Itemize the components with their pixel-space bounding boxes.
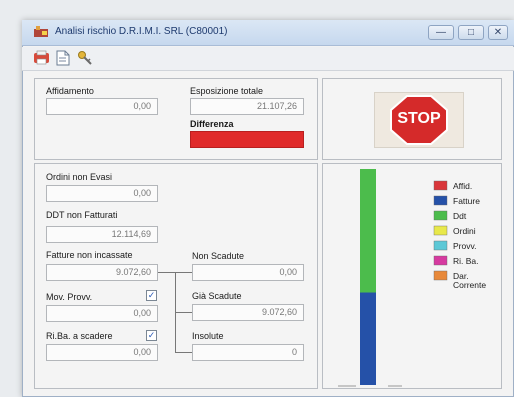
connector-line: [175, 352, 192, 353]
legend-swatch: [433, 240, 448, 251]
window-title: Analisi rischio D.R.I.M.I. SRL (C80001): [55, 26, 228, 37]
legend-label: Corrente: [453, 280, 486, 290]
ddt-label: DDT non Fatturati: [46, 210, 118, 220]
connector-line: [175, 312, 192, 313]
mov-provv-checkbox[interactable]: ✓: [146, 290, 157, 301]
esposizione-label: Esposizione totale: [190, 86, 264, 96]
exposure-chart: Affid.FattureDdtOrdiniProvv.Ri. Ba.Dar.C…: [338, 169, 486, 387]
legend-label: Provv.: [453, 241, 476, 251]
legend-swatch: [433, 195, 448, 206]
gia-scadute-label: Già Scadute: [192, 291, 242, 301]
maximize-button[interactable]: □: [458, 25, 484, 40]
legend-label: Ordini: [453, 226, 476, 236]
mov-provv-label: Mov. Provv.: [46, 292, 93, 302]
fatture-field[interactable]: 9.072,60: [46, 264, 158, 281]
non-scadute-field[interactable]: 0,00: [192, 264, 304, 281]
non-scadute-label: Non Scadute: [192, 251, 245, 261]
bar-segment-fatture: [360, 292, 376, 385]
affidamento-field[interactable]: 0,00: [46, 98, 158, 115]
mov-provv-field[interactable]: 0,00: [46, 305, 158, 322]
differenza-label: Differenza: [190, 119, 234, 129]
stop-sign-text: STOP: [397, 110, 441, 127]
bar-segment-ddt: [360, 169, 376, 293]
legend-label: Ddt: [453, 211, 467, 221]
key-icon[interactable]: [77, 50, 94, 66]
ordini-field[interactable]: 0,00: [46, 185, 158, 202]
affidamento-label: Affidamento: [46, 86, 94, 96]
insolute-label: Insolute: [192, 331, 224, 341]
legend-swatch: [433, 225, 448, 236]
legend-swatch: [433, 255, 448, 266]
riba-checkbox[interactable]: ✓: [146, 330, 157, 341]
differenza-field[interactable]: [190, 131, 304, 148]
legend-swatch: [433, 210, 448, 221]
gia-scadute-field[interactable]: 9.072,60: [192, 304, 304, 321]
riba-field[interactable]: 0,00: [46, 344, 158, 361]
legend-swatch: [433, 180, 448, 191]
toolbar: [22, 47, 514, 71]
riba-label: Ri.Ba. a scadere: [46, 331, 113, 341]
minimize-button[interactable]: —: [428, 25, 454, 40]
ddt-field[interactable]: 12.114,69: [46, 226, 158, 243]
print-icon[interactable]: [33, 50, 50, 66]
esposizione-field[interactable]: 21.107,26: [190, 98, 304, 115]
fatture-label: Fatture non incassate: [46, 250, 133, 260]
legend-label: Fatture: [453, 196, 480, 206]
legend-label: Affid.: [453, 181, 472, 191]
app-icon: [34, 26, 48, 37]
legend-swatch: [433, 270, 448, 281]
ordini-label: Ordini non Evasi: [46, 172, 113, 182]
insolute-field[interactable]: 0: [192, 344, 304, 361]
legend-label: Ri. Ba.: [453, 256, 479, 266]
document-icon[interactable]: [54, 50, 71, 66]
close-button[interactable]: ✕: [488, 25, 508, 40]
